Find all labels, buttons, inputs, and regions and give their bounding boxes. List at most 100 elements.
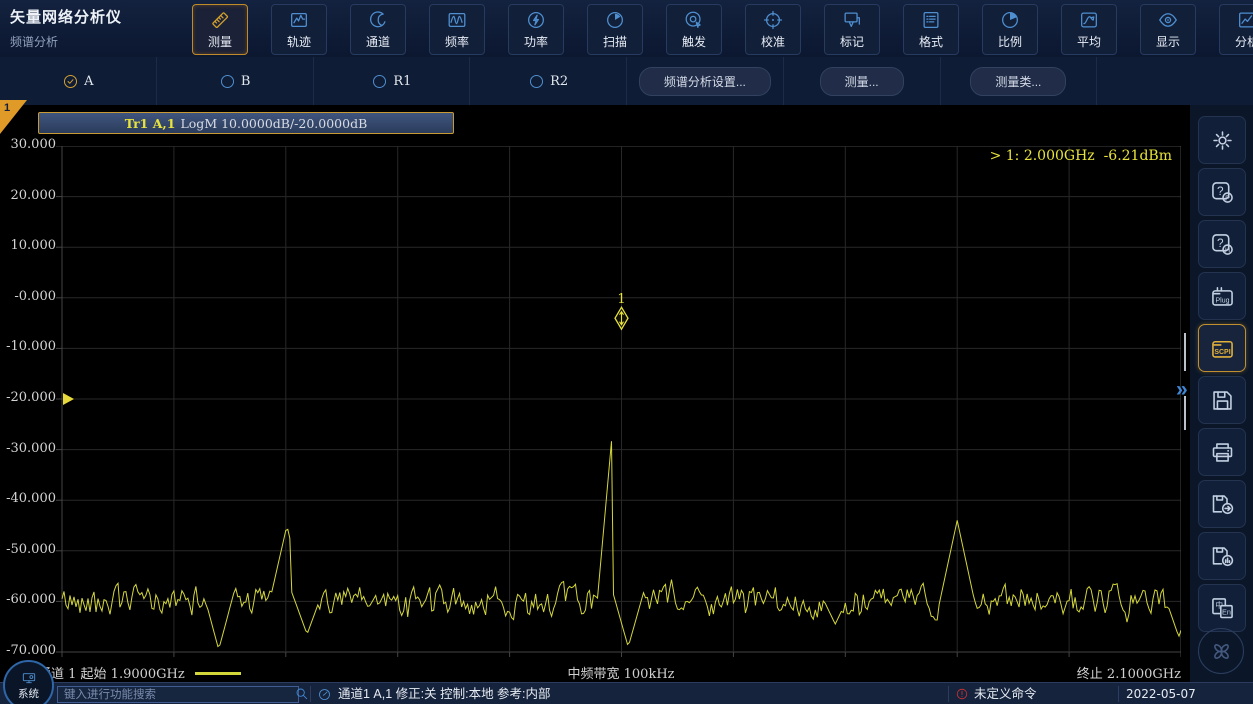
- printer-icon: [1209, 439, 1236, 466]
- y-axis-tick-label: -0.000: [0, 289, 56, 304]
- lightning-icon: [525, 9, 547, 31]
- search-input[interactable]: [57, 686, 299, 703]
- channel-corner-tab: 1: [0, 100, 27, 134]
- sidebar-button-language-switch[interactable]: 中En: [1198, 584, 1246, 632]
- toolbar-button-label: 标记: [840, 33, 864, 50]
- sweep-status-icon: [317, 687, 332, 702]
- sidebar-button-help-programming[interactable]: ?P: [1198, 168, 1246, 216]
- scpi-icon: SCPI: [1209, 335, 1236, 362]
- clover-icon: [1208, 638, 1235, 665]
- toolbar-button-label: 分析: [1235, 33, 1253, 50]
- y-axis-tick-label: 10.000: [0, 238, 56, 253]
- sidebar-button-save-data[interactable]: [1198, 532, 1246, 580]
- panel-handle-track-bottom: [1184, 396, 1186, 430]
- receiver-r2-radio[interactable]: [528, 73, 545, 90]
- marker-number: 1: [617, 292, 625, 307]
- receiver-r1-radio[interactable]: [371, 73, 388, 90]
- toolbar-button-label: 平均: [1077, 33, 1101, 50]
- sidebar-button-print[interactable]: [1198, 428, 1246, 476]
- system-button-label: 系统: [18, 686, 39, 701]
- toolbar-button-frequency[interactable]: 频率: [429, 4, 485, 55]
- svg-text:SCPI: SCPI: [1214, 349, 1230, 356]
- sidebar-button-help-manual[interactable]: ?H: [1198, 220, 1246, 268]
- toolbar-button-sweep[interactable]: 扫描: [587, 4, 643, 55]
- dialog-cell: 频谱分析设置...: [627, 57, 784, 105]
- error-message: 未定义命令: [974, 683, 1037, 704]
- channel-swirl-icon: [367, 9, 389, 31]
- status-bar: 系统 通道1 A,1 修正:关 控制:本地 参考:内部 未定义命令 2022-0…: [0, 682, 1253, 704]
- sidebar-button-save-export[interactable]: [1198, 480, 1246, 528]
- toolbar-button-label: 校准: [761, 33, 785, 50]
- y-axis-tick-label: -50.000: [0, 542, 56, 557]
- receiver-cell: A: [0, 57, 157, 105]
- app-subtitle: 频谱分析: [10, 33, 122, 50]
- toolbar-button-display[interactable]: 显示: [1140, 4, 1196, 55]
- sidebar-button-save[interactable]: [1198, 376, 1246, 424]
- toolbar-button-format[interactable]: 格式: [903, 4, 959, 55]
- right-sidebar: ?P?H Plug SCPI 中En: [1190, 105, 1253, 682]
- sweep-sector-icon: [604, 9, 626, 31]
- line-chart-icon: [1236, 9, 1253, 31]
- toolbar-button-measure[interactable]: 测量: [192, 4, 248, 55]
- toolbar-button-calibration[interactable]: 校准: [745, 4, 801, 55]
- trigger-cursor-icon: [683, 9, 705, 31]
- datetime-display: 2022-05-07 10:26:30: [1126, 683, 1253, 704]
- receiver-b-label: B: [241, 74, 251, 89]
- measure-dialog-button[interactable]: 测量...: [820, 67, 904, 96]
- channel-status-text: 通道1 A,1 修正:关 控制:本地 参考:内部: [338, 683, 551, 704]
- toolbar-button-marker[interactable]: 标记: [824, 4, 880, 55]
- trace-name: Tr1 A,1: [125, 116, 176, 131]
- toolbar-button-trace[interactable]: 轨迹: [271, 4, 327, 55]
- stop-frequency-label: 终止 2.1000GHz: [1077, 663, 1181, 682]
- radio-icon: [528, 73, 545, 90]
- dialog-cell: 测量...: [784, 57, 941, 105]
- plug-icon: Plug: [1209, 283, 1236, 310]
- toolbar-button-power[interactable]: 功率: [508, 4, 564, 55]
- reference-level-marker[interactable]: [63, 393, 74, 405]
- receiver-a-label: A: [84, 74, 93, 89]
- app-title: 矢量网络分析仪: [10, 6, 122, 27]
- y-axis-tick-label: -10.000: [0, 339, 56, 354]
- system-button[interactable]: 系统: [3, 660, 54, 704]
- trace-format: LogM 10.0000dB/-20.0000dB: [180, 116, 367, 131]
- receiver-selection-row: A B R1R2 频谱分析设置... 测量... 测量类...: [0, 57, 1253, 105]
- dialog-cell: 测量类...: [941, 57, 1098, 105]
- sidebar-button-scpi[interactable]: SCPI: [1198, 324, 1246, 372]
- waveform-icon: [446, 9, 468, 31]
- toolbar-button-channel[interactable]: 通道: [350, 4, 406, 55]
- receiver-cell: R2: [470, 57, 627, 105]
- list-icon: [920, 9, 942, 31]
- toolbar-buttons: 测量 轨迹通道频率功率扫描触发 校准 标记 格式 比例平均 显示 分析: [192, 4, 1253, 55]
- spectrum-plot-region: 1 Tr1 A,1 LogM 10.0000dB/-20.0000dB 30.0…: [0, 105, 1190, 682]
- toolbar-button-analysis[interactable]: 分析: [1219, 4, 1253, 55]
- search-icon-button[interactable]: [294, 686, 310, 702]
- spectrum-settings-button[interactable]: 频谱分析设置...: [639, 67, 771, 96]
- radio-icon: [371, 73, 388, 90]
- svg-text:P: P: [1225, 193, 1230, 202]
- radio-icon: [219, 73, 236, 90]
- error-icon: [955, 687, 969, 701]
- sidebar-button-plugin[interactable]: Plug: [1198, 272, 1246, 320]
- title-block: 矢量网络分析仪 频谱分析: [10, 6, 122, 50]
- receiver-a-radio[interactable]: [62, 73, 79, 90]
- toolbar-button-label: 测量: [208, 33, 232, 50]
- channel-number: 1: [4, 102, 10, 114]
- measure-class-dialog-button[interactable]: 测量类...: [970, 67, 1066, 96]
- toolbar-button-average[interactable]: 平均: [1061, 4, 1117, 55]
- radio-checked-icon: [62, 73, 79, 90]
- y-axis-tick-label: 20.000: [0, 188, 56, 203]
- sidebar-button-settings[interactable]: [1198, 116, 1246, 164]
- vna-application-window: 矢量网络分析仪 频谱分析 测量 轨迹通道频率功率扫描触发 校准 标记 格式 比例平均 显示 分…: [0, 0, 1253, 704]
- start-frequency-label: 通道 1 起始 1.9000GHz: [38, 663, 241, 682]
- toolbar-button-scale[interactable]: 比例: [982, 4, 1038, 55]
- toolbar-button-label: 格式: [919, 33, 943, 50]
- toolbar-button-trigger[interactable]: 触发: [666, 4, 722, 55]
- receiver-cell: B: [157, 57, 314, 105]
- toolbar-button-label: 显示: [1156, 33, 1180, 50]
- toolbar-button-label: 触发: [682, 33, 706, 50]
- receiver-cell: R1: [314, 57, 471, 105]
- receiver-b-radio[interactable]: [219, 73, 236, 90]
- svg-text:Plug: Plug: [1215, 297, 1229, 304]
- floppy-icon: [1209, 387, 1236, 414]
- trace-header-button[interactable]: Tr1 A,1 LogM 10.0000dB/-20.0000dB: [38, 112, 454, 134]
